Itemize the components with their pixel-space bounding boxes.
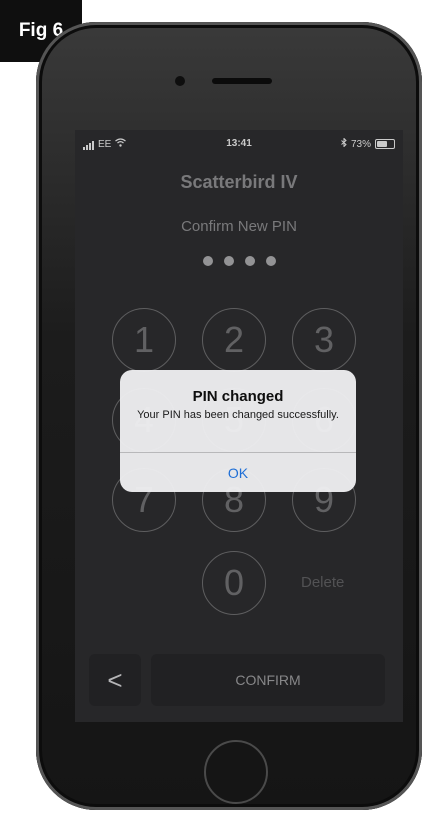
alert-ok-button[interactable]: OK xyxy=(120,453,356,492)
earpiece-speaker xyxy=(212,78,272,84)
alert-message: Your PIN has been changed successfully. xyxy=(137,409,339,421)
alert-title: PIN changed xyxy=(192,388,284,405)
phone-screen: EE 13:41 73% Scatterbird IV Confirm New … xyxy=(75,130,403,722)
pin-changed-alert: PIN changed Your PIN has been changed su… xyxy=(120,370,356,492)
home-button[interactable] xyxy=(204,740,268,804)
front-camera xyxy=(175,76,185,86)
